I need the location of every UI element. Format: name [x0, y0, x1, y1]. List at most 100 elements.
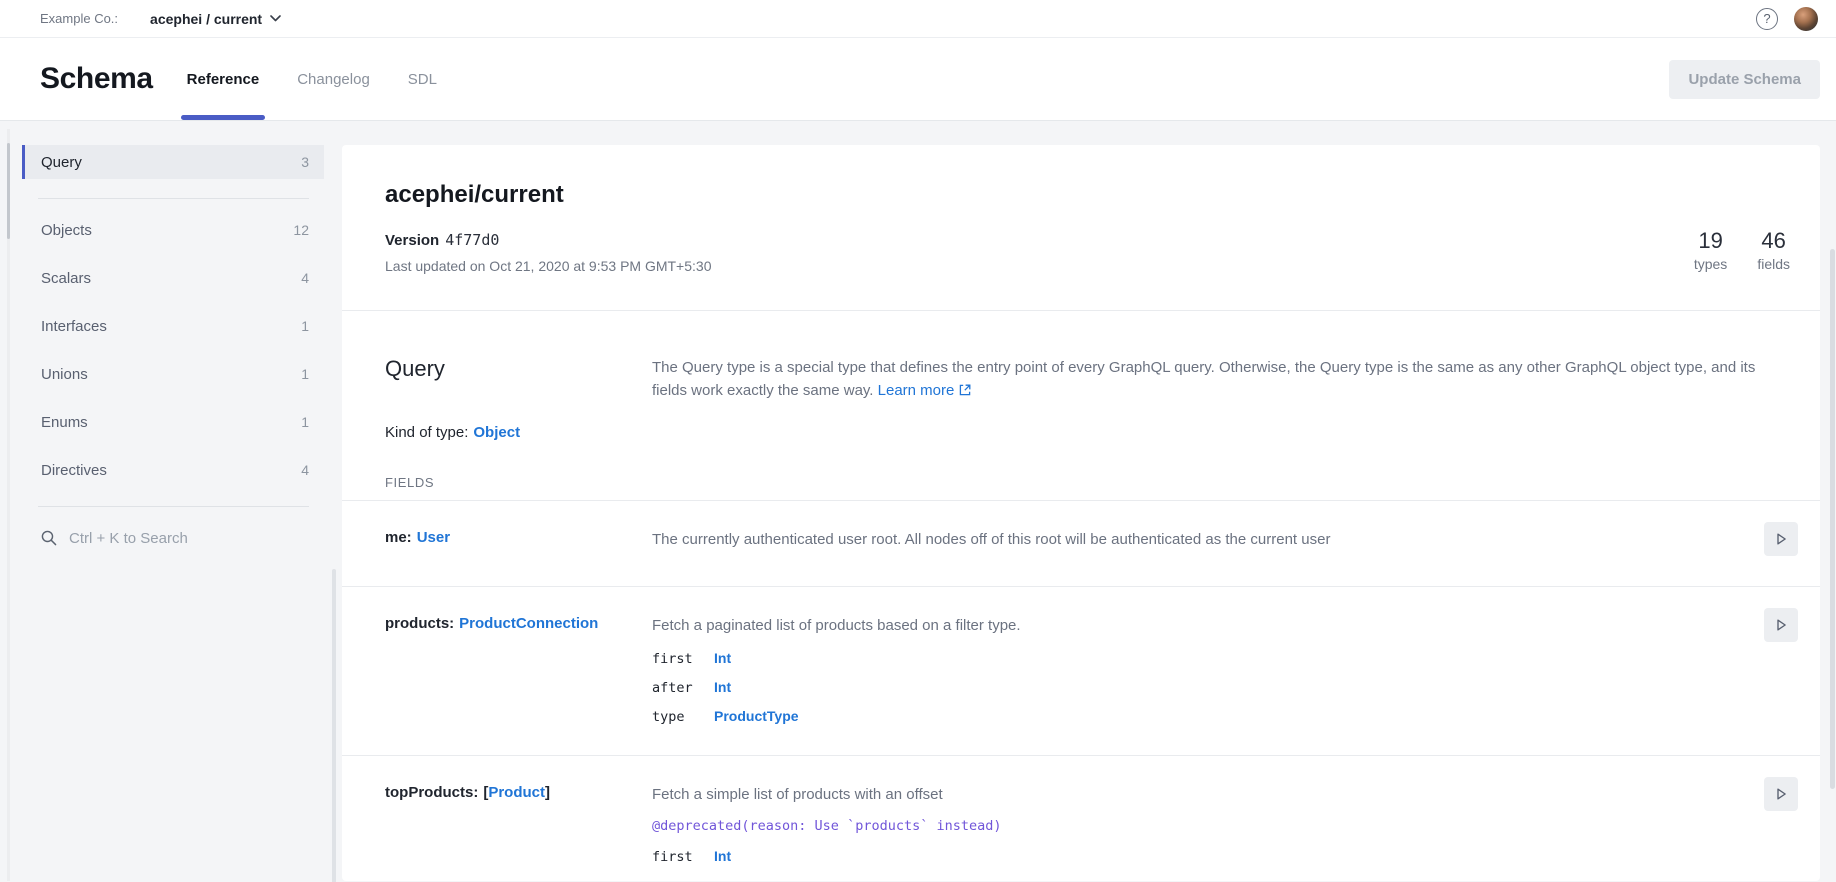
sidebar-item-label: Interfaces — [41, 318, 107, 335]
org-label: Example Co.: — [40, 11, 118, 26]
sidebar-item-label: Objects — [41, 222, 92, 239]
sidebar-item-scalars[interactable]: Scalars 4 — [22, 261, 324, 295]
arg-type-link[interactable]: Int — [714, 848, 731, 864]
schema-stat: 19 types — [1694, 228, 1727, 272]
sidebar-item-objects[interactable]: Objects 12 — [22, 213, 324, 247]
user-avatar[interactable] — [1794, 7, 1818, 31]
schema-sidebar: Query 3 Objects 12 Scalars 4 Interfaces … — [0, 145, 324, 881]
field-args: first Int after Int type ProductType — [652, 650, 1758, 725]
search-hint-text: Ctrl + K to Search — [69, 530, 188, 547]
field-description: Fetch a paginated list of products based… — [652, 615, 1758, 637]
type-description-text: The Query type is a special type that de… — [652, 359, 1755, 399]
sidebar-item-count: 12 — [293, 222, 309, 238]
kind-label: Kind of type: — [385, 424, 468, 441]
kind-of-type-line: Kind of type: Object — [385, 424, 1798, 441]
field-type-link[interactable]: User — [417, 529, 450, 546]
fields-section-label: FIELDS — [385, 475, 1798, 500]
field-name-text: products: — [385, 615, 454, 632]
type-head: Query The Query type is a special type t… — [385, 356, 1798, 403]
tab-sdl[interactable]: SDL — [408, 38, 437, 120]
graph-title: acephei/current — [385, 181, 711, 209]
sidebar-item-enums[interactable]: Enums 1 — [22, 405, 324, 439]
stat-value: 46 — [1757, 228, 1790, 254]
stat-label: fields — [1757, 256, 1790, 272]
tab-reference[interactable]: Reference — [187, 38, 260, 120]
kind-value-link[interactable]: Object — [473, 424, 520, 441]
sidebar-item-count: 4 — [301, 270, 309, 286]
sidebar-item-count: 1 — [301, 366, 309, 382]
graph-selector-dropdown[interactable]: acephei / current — [150, 11, 281, 27]
sidebar-item-query[interactable]: Query 3 — [22, 145, 324, 179]
sidebar-scrollbar-thumb[interactable] — [332, 569, 336, 882]
update-schema-button[interactable]: Update Schema — [1669, 60, 1820, 99]
sidebar-item-label: Unions — [41, 366, 88, 383]
type-section-query: Query The Query type is a special type t… — [342, 311, 1820, 881]
field-body: Fetch a paginated list of products based… — [652, 615, 1758, 726]
sidebar-divider — [38, 506, 309, 507]
arg-type-link[interactable]: Int — [714, 650, 731, 666]
field-arg-row: first Int — [652, 650, 1758, 667]
topbar-right-group: ? — [1756, 7, 1818, 31]
field-arg-row: type ProductType — [652, 708, 1758, 725]
last-updated-text: Last updated on Oct 21, 2020 at 9:53 PM … — [385, 258, 711, 274]
run-query-button[interactable] — [1764, 522, 1798, 556]
tab-changelog[interactable]: Changelog — [297, 38, 370, 120]
sidebar-item-count: 4 — [301, 462, 309, 478]
learn-more-link[interactable]: Learn more — [878, 382, 955, 399]
schema-reference-card: acephei/current Version 4f77d0 Last updat… — [342, 145, 1820, 881]
sidebar-list: Query 3 Objects 12 Scalars 4 Interfaces … — [22, 145, 324, 507]
field-body: Fetch a simple list of products with an … — [652, 784, 1758, 865]
field-type-link[interactable]: ProductConnection — [459, 615, 598, 632]
field-arg-row: first Int — [652, 848, 1758, 865]
sidebar-item-label: Enums — [41, 414, 88, 431]
page-header: Schema Reference Changelog SDL Update Sche… — [0, 38, 1836, 121]
search-icon — [40, 529, 58, 547]
field-name: topProducts:[Product] — [385, 784, 652, 865]
field-name: products: ProductConnection — [385, 615, 652, 726]
sidebar-item-unions[interactable]: Unions 1 — [22, 357, 324, 391]
tab-bar: Reference Changelog SDL — [187, 38, 437, 120]
sidebar-search[interactable]: Ctrl + K to Search — [22, 521, 324, 555]
version-value: 4f77d0 — [445, 231, 499, 249]
field-name-text: topProducts: — [385, 784, 478, 801]
run-query-button[interactable] — [1764, 608, 1798, 642]
help-icon[interactable]: ? — [1756, 8, 1778, 30]
field-row-topProducts: topProducts:[Product] Fetch a simple lis… — [342, 756, 1820, 881]
arg-type-link[interactable]: ProductType — [714, 708, 799, 724]
sidebar-item-interfaces[interactable]: Interfaces 1 — [22, 309, 324, 343]
field-body: The currently authenticated user root. A… — [652, 529, 1758, 556]
fields-list: me: User The currently authenticated user… — [342, 501, 1820, 882]
page-scrollbar-thumb[interactable] — [1830, 249, 1835, 789]
field-args: first Int — [652, 848, 1758, 865]
arg-type-link[interactable]: Int — [714, 679, 731, 695]
arg-name: first — [652, 849, 714, 865]
field-row-me: me: User The currently authenticated user… — [342, 501, 1820, 587]
sidebar-item-label: Directives — [41, 462, 107, 479]
stat-value: 19 — [1694, 228, 1727, 254]
stat-label: types — [1694, 256, 1727, 272]
field-description: The currently authenticated user root. A… — [652, 529, 1758, 551]
arg-name: after — [652, 680, 714, 696]
type-description: The Query type is a special type that de… — [652, 356, 1762, 403]
field-name-text: me: — [385, 529, 412, 546]
run-query-button[interactable] — [1764, 777, 1798, 811]
field-type-link[interactable]: Product — [488, 784, 545, 801]
sidebar-item-count: 3 — [301, 154, 309, 170]
version-label: Version — [385, 232, 439, 249]
play-icon — [1772, 785, 1790, 803]
top-bar: Example Co.: acephei / current ? — [0, 0, 1836, 38]
sidebar-item-count: 1 — [301, 318, 309, 334]
type-name: Query — [385, 356, 652, 403]
chevron-down-icon — [270, 15, 281, 22]
graph-selector-label: acephei / current — [150, 11, 262, 27]
sidebar-item-label: Scalars — [41, 270, 91, 287]
sidebar-item-label: Query — [41, 154, 82, 171]
type-bracket-close: ] — [545, 784, 550, 801]
sidebar-item-directives[interactable]: Directives 4 — [22, 453, 324, 487]
sidebar-item-count: 1 — [301, 414, 309, 430]
play-icon — [1772, 530, 1790, 548]
version-line: Version 4f77d0 — [385, 231, 711, 249]
external-link-icon — [959, 384, 971, 396]
schema-stat: 46 fields — [1757, 228, 1790, 272]
page-title: Schema — [40, 62, 153, 96]
